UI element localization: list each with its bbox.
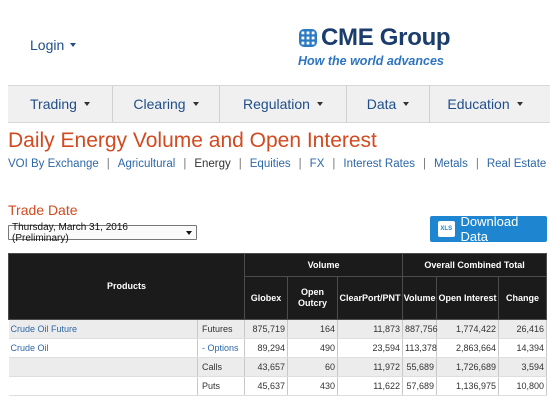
subnav-voi-by-exchange[interactable]: VOI By Exchange [8,158,99,170]
caret-down-icon [192,102,199,106]
nav-education[interactable]: Education [430,86,540,122]
trade-date-value: Thursday, March 31, 2016 (Preliminary) [12,222,128,244]
change-value: 3,594 [498,357,548,377]
clearport-value: 11,972 [337,357,404,377]
download-data-label: Download Data [460,214,519,244]
col-open-interest: Open Interest [436,276,500,320]
clearport-value: 11,622 [337,376,404,396]
subnav-fx[interactable]: FX [310,158,325,170]
nav-label: Data [366,96,397,112]
nav-clearing[interactable]: Clearing [113,86,220,122]
clearport-value: 11,873 [337,319,404,339]
subnav-equities[interactable]: Equities [250,158,291,170]
open-outcry-value: 490 [287,338,339,358]
brand-logo[interactable]: CME Group How the world advances [298,24,451,68]
caret-down-icon [83,102,90,106]
nav-label: Trading [30,96,77,112]
nav-data[interactable]: Data [347,86,430,122]
table-row: Calls 43,657 60 11,972 55,689 1,726,689 … [8,357,548,377]
open-interest-value: 2,863,664 [436,338,500,358]
subnav-interest-rates[interactable]: Interest Rates [343,158,415,170]
brand-tagline: How the world advances [298,54,444,68]
open-outcry-value: 430 [287,376,339,396]
change-value: 14,394 [498,338,548,358]
globe-icon [299,29,317,47]
table-row: Puts 45,637 430 11,622 57,689 1,136,975 … [8,376,548,396]
product-link[interactable]: Crude Oil Future [11,324,78,334]
volume-group-header: Volume [244,253,404,277]
combined-total-group-header: Overall Combined Total [402,253,548,277]
caret-down-icon [316,102,323,106]
subnav-real-estate[interactable]: Real Estate [487,158,546,170]
volume-value: 113,378 [402,338,438,358]
product-type: Puts [197,376,246,396]
clearport-value: 23,594 [337,338,404,358]
col-volume: Volume [402,276,438,320]
open-interest-value: 1,136,975 [436,376,500,396]
main-nav: Trading Clearing Regulation Data Educati… [8,85,550,123]
product-type: Calls [197,357,246,377]
product-link[interactable]: Crude Oil [11,343,49,353]
product-type: Futures [197,319,246,339]
col-change: Change [498,276,548,320]
subnav-energy-current: Energy [194,158,231,170]
brand-name: CME Group [321,24,451,51]
nav-label: Regulation [243,96,310,112]
change-value: 26,416 [498,319,548,339]
nav-regulation[interactable]: Regulation [220,86,347,122]
open-outcry-value: 60 [287,357,339,377]
table-row: Crude Oil - Options 89,294 490 23,594 11… [8,338,548,358]
globex-value: 43,657 [244,357,289,377]
nav-label: Clearing [133,96,186,112]
subnav-agricultural[interactable]: Agricultural [118,158,176,170]
open-interest-value: 1,774,422 [436,319,500,339]
caret-down-icon [403,102,410,106]
xls-file-icon: XLS [438,221,455,237]
volume-value: 887,756 [402,319,438,339]
login-menu[interactable]: Login [30,37,77,53]
volume-value: 57,689 [402,376,438,396]
options-link[interactable]: - Options [197,338,246,358]
download-data-button[interactable]: XLS Download Data [430,214,547,244]
col-open-outcry: Open Outcry [287,276,339,320]
volume-oi-table: Products Volume Overall Combined Total G… [7,253,548,396]
col-clearport-pnt: ClearPort/PNT [337,276,404,320]
product-cell-empty [8,376,198,396]
page-title: Daily Energy Volume and Open Interest [8,129,377,152]
product-cell-empty [8,357,198,377]
col-globex: Globex [244,276,289,320]
globex-value: 875,719 [244,319,289,339]
open-interest-value: 1,726,689 [436,357,500,377]
subnav-metals[interactable]: Metals [434,158,468,170]
trade-date-select[interactable]: Thursday, March 31, 2016 (Preliminary) [8,222,197,244]
volume-value: 55,689 [402,357,438,377]
caret-down-icon [186,231,192,235]
caret-down-icon [516,102,523,106]
table-row: Crude Oil Future Futures 875,719 164 11,… [8,319,548,339]
products-header: Products [7,253,246,320]
login-label: Login [30,37,65,53]
change-value: 10,800 [498,376,548,396]
caret-down-icon [70,43,77,47]
globex-value: 89,294 [244,338,289,358]
nav-trading[interactable]: Trading [8,86,113,122]
nav-label: Education [447,96,510,112]
open-outcry-value: 164 [287,319,339,339]
trade-date-label: Trade Date [8,202,78,218]
category-subnav: VOI By Exchange | Agricultural | Energy | Equi… [8,158,547,170]
globex-value: 45,637 [244,376,289,396]
